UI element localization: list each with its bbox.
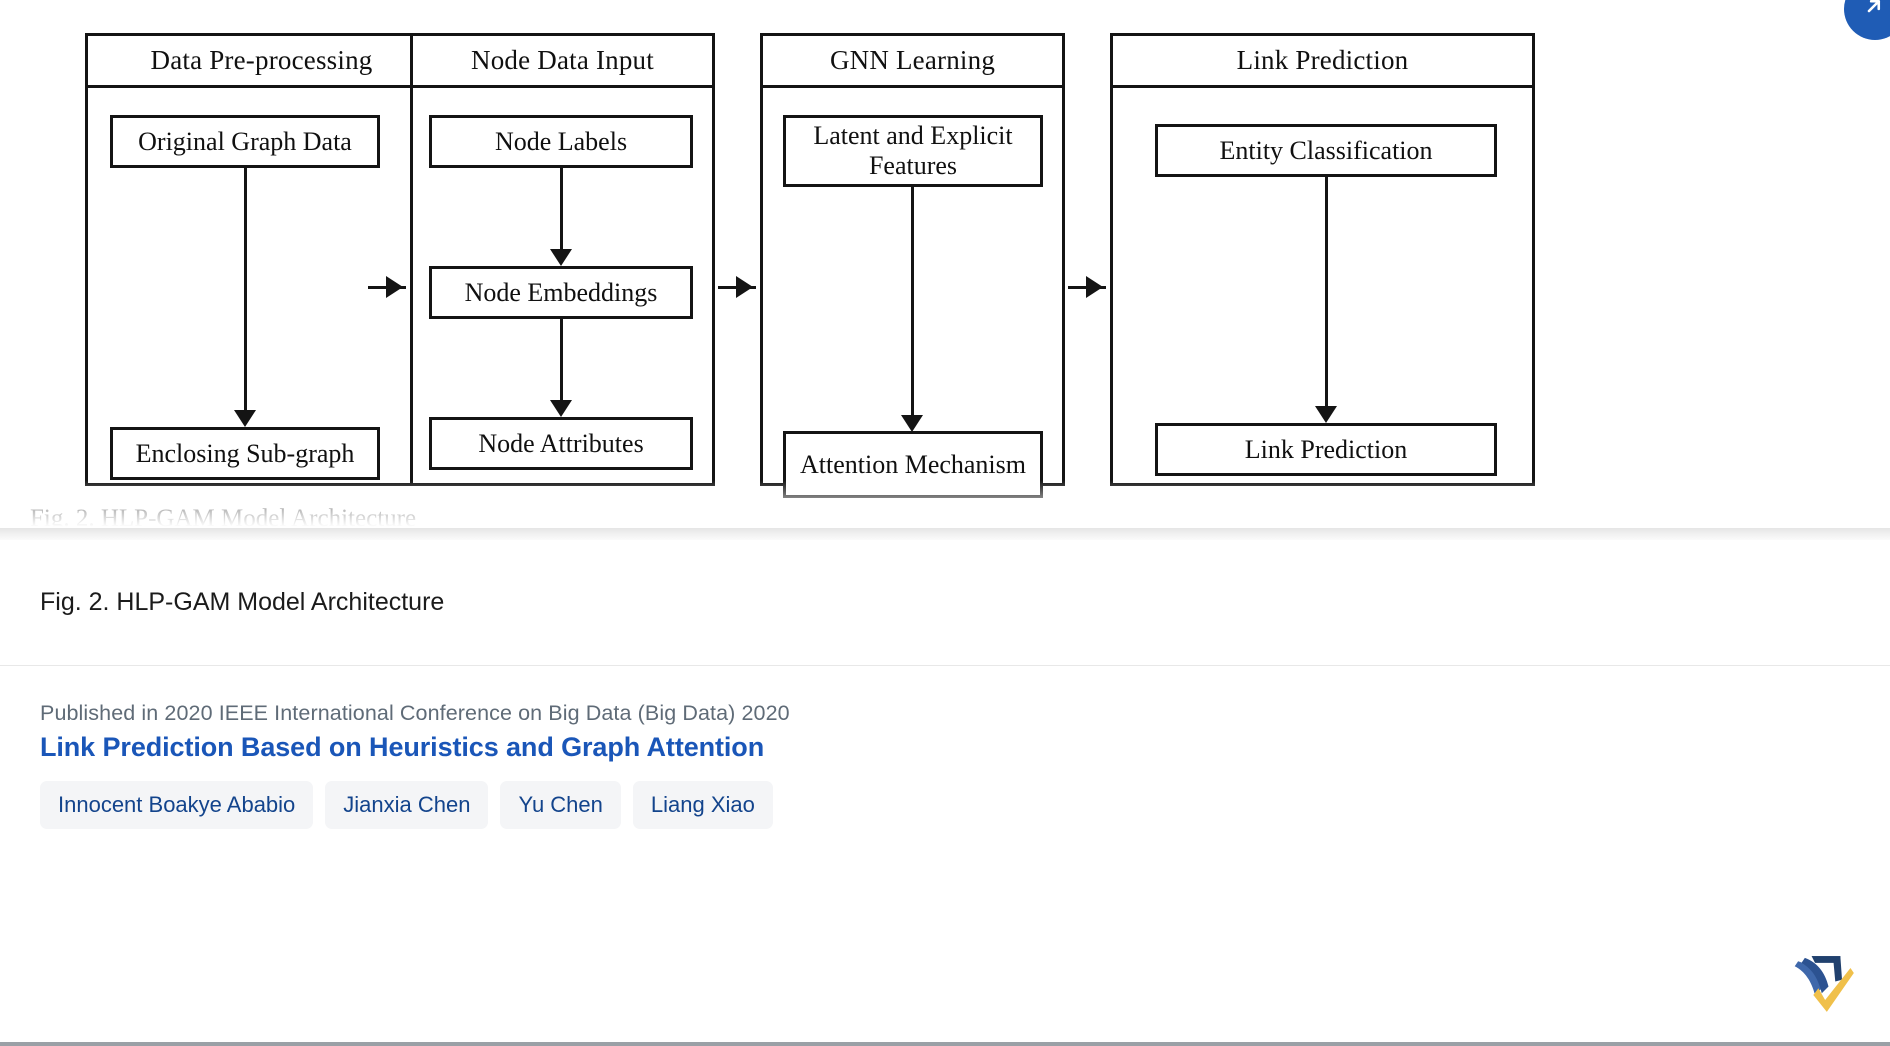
column-body: Original Graph Data Enclosing Sub-graph	[88, 88, 435, 480]
diagram-node-node-embeddings: Node Embeddings	[429, 266, 693, 319]
diagram-node-attention-mechanism: Attention Mechanism	[783, 431, 1043, 498]
paper-meta-section: Published in 2020 IEEE International Con…	[0, 666, 1890, 1046]
column-body: Entity Classification Link Prediction	[1113, 88, 1532, 480]
diagram-node-latent-and-explicit-features: Latent and Explicit Features	[783, 115, 1043, 187]
column-body: Node Labels Node Embeddings Node Attribu…	[413, 88, 712, 480]
author-chip[interactable]: Innocent Boakye Ababio	[40, 781, 314, 829]
connector-arrowhead	[550, 249, 572, 266]
paper-title-link[interactable]: Link Prediction Based on Heuristics and …	[40, 732, 764, 763]
diagram-column-data-preprocessing: Data Pre-processing Original Graph Data …	[85, 33, 438, 486]
publication-venue: Published in 2020 IEEE International Con…	[40, 701, 790, 725]
diagram-node-node-labels: Node Labels	[429, 115, 693, 168]
diagram-column-link-prediction: Link Prediction Entity Classification Li…	[1110, 33, 1535, 486]
figure-scan-image: Data Pre-processing Original Graph Data …	[0, 0, 1890, 540]
diagram-node-original-graph-data: Original Graph Data	[110, 115, 380, 168]
connector-arrowhead	[234, 410, 256, 427]
column-header-label: Node Data Input	[413, 36, 712, 88]
scan-figure-caption: Fig. 2. HLP-GAM Model Architecture	[30, 505, 417, 532]
author-chip[interactable]: Jianxia Chen	[325, 781, 489, 829]
connector-arrowhead-horizontal-3	[1086, 276, 1103, 298]
connector-line	[244, 168, 247, 414]
connector-arrowhead-horizontal-2	[736, 276, 753, 298]
connector-arrowhead-horizontal-1	[386, 276, 403, 298]
connector-arrowhead	[1315, 406, 1337, 423]
diagram-node-node-attributes: Node Attributes	[429, 417, 693, 470]
diagram-node-enclosing-sub-graph: Enclosing Sub-graph	[110, 427, 380, 480]
page-bottom-edge	[0, 1042, 1890, 1046]
diagram-column-gnn-learning: GNN Learning Latent and Explicit Feature…	[760, 33, 1065, 498]
expand-figure-button[interactable]	[1844, 0, 1890, 40]
author-chip[interactable]: Yu Chen	[500, 781, 621, 829]
figure-caption: Fig. 2. HLP-GAM Model Architecture	[40, 588, 445, 616]
connector-arrowhead	[550, 400, 572, 417]
caption-panel: Fig. 2. HLP-GAM Model Architecture	[0, 540, 1890, 665]
column-header-label: GNN Learning	[763, 36, 1062, 88]
column-header-label: Link Prediction	[1113, 36, 1532, 88]
connector-line	[560, 168, 563, 253]
semantic-scholar-logo[interactable]	[1772, 946, 1858, 1022]
expand-arrow-icon	[1867, 0, 1881, 13]
diagram-node-link-prediction: Link Prediction	[1155, 423, 1497, 476]
author-list: Innocent Boakye Ababio Jianxia Chen Yu C…	[40, 781, 773, 829]
column-body: Latent and Explicit Features Attention M…	[763, 88, 1062, 498]
expand-badge-clip	[1810, 0, 1890, 70]
author-chip[interactable]: Liang Xiao	[632, 781, 773, 829]
connector-line	[560, 319, 563, 404]
diagram-column-node-data-input: Node Data Input Node Labels Node Embeddi…	[410, 33, 715, 486]
column-header-label: Data Pre-processing	[88, 36, 435, 88]
figure-viewer[interactable]: Data Pre-processing Original Graph Data …	[0, 0, 1890, 540]
page-root: Data Pre-processing Original Graph Data …	[0, 0, 1890, 1046]
connector-arrowhead	[901, 415, 923, 432]
connector-line	[1325, 177, 1328, 410]
diagram-node-entity-classification: Entity Classification	[1155, 124, 1497, 177]
connector-line	[911, 187, 914, 419]
